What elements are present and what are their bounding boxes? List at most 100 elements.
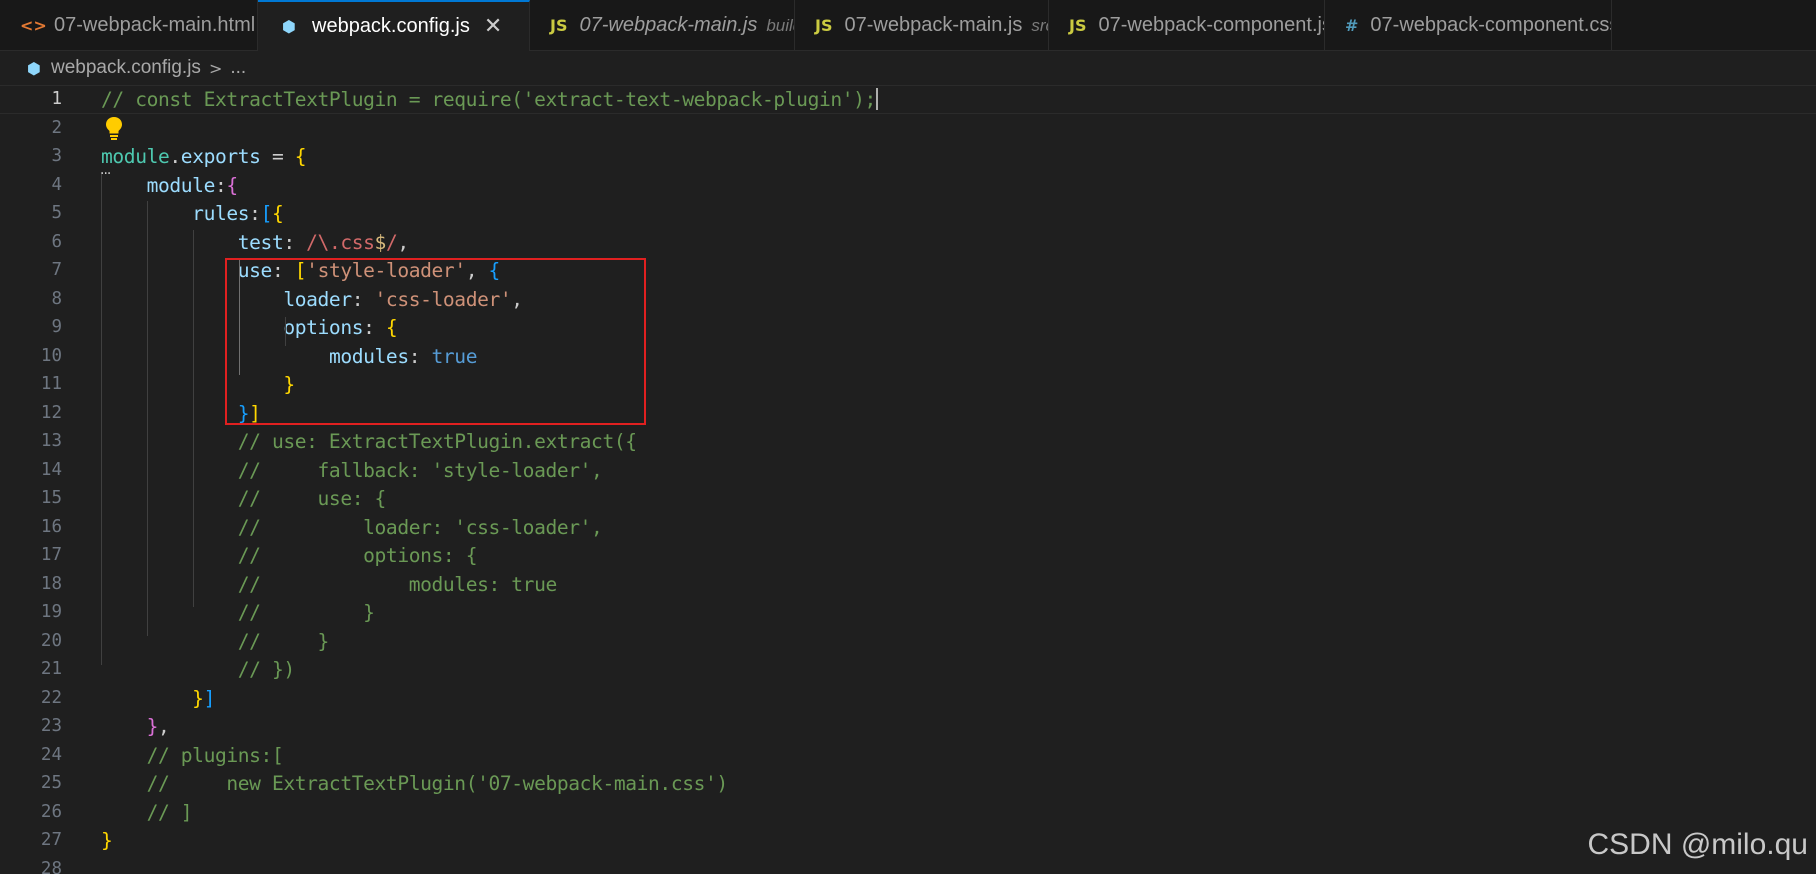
tab-1[interactable]: <> 07-webpack-main.html [0,0,258,51]
line-code: // modules: true [101,570,558,599]
tab-5[interactable]: JS 07-webpack-component.js [1049,0,1325,51]
line-code: // use: { [101,484,387,513]
line-code: // } [101,627,330,656]
line-number: 8 [51,288,62,309]
line-code: // } [101,598,375,627]
code-line[interactable]: 17 // options: { [0,541,1816,570]
code-line[interactable]: 22 }] [0,684,1816,713]
breadcrumb-file[interactable]: webpack.config.js [51,57,201,79]
line-code: // options: { [101,541,478,570]
chevron-right-icon: > [208,58,223,78]
code-token: // ] [146,800,193,824]
line-number: 17 [40,545,62,565]
line-number: 23 [40,716,62,736]
line-number: 4 [51,174,62,195]
line-number: 16 [40,516,62,537]
code-token: { [294,145,307,168]
line-number: 1 [51,89,62,109]
code-line[interactable]: 23 }, [0,712,1816,741]
code-editor[interactable]: 28 27} 26 // ] 25 // new ExtractTextPlugin(… [0,85,1816,874]
line-number: 15 [40,488,62,508]
code-token: { [271,202,284,225]
code-token: [ [260,202,273,225]
indent-guide [147,201,148,636]
webpack-file-icon: ⬢ [282,17,296,36]
code-token: } [192,686,204,710]
breadcrumb: ⬢ webpack.config.js > ... [0,51,1816,85]
line-number: 22 [40,687,62,708]
code-line[interactable]: 21 // }) [0,655,1816,684]
code-token: // } [237,601,375,624]
tab-description: build [766,15,794,35]
close-icon[interactable]: ✕ [484,14,502,39]
code-token: test [237,230,284,254]
code-token: // modules: true [237,572,558,596]
code-line[interactable]: 14 // fallback: 'style-loader', [0,456,1816,485]
code-token: , [158,715,170,738]
line-number: 3 [51,146,62,166]
code-line[interactable]: 26 // ] [0,798,1816,827]
js-file-icon: JS [815,16,833,35]
line-number: 24 [40,744,62,765]
line-code: }] [101,684,215,713]
code-line[interactable]: 19 // } [0,598,1816,627]
html-file-icon: <> [20,16,47,35]
tab-4[interactable]: JS 07-webpack-main.js src [795,0,1049,51]
code-line[interactable]: 5 rules:[{ [0,199,1816,228]
code-line[interactable]: 13 // use: ExtractTextPlugin.extract({ [0,427,1816,456]
line-code: } [101,826,113,855]
tab-label: 07-webpack-component.js [1098,14,1325,36]
code-line[interactable]: 6 test: /\.css$/, [0,228,1816,257]
code-line[interactable]: 25 // new ExtractTextPlugin('07-webpack-… [0,769,1816,798]
tab-label: 07-webpack-main.js [844,14,1023,36]
code-token: / [385,230,398,254]
code-line[interactable]: 3 module.exports = { [0,142,1816,171]
indent-guide [101,172,102,665]
code-line[interactable]: 16 // loader: 'css-loader', [0,513,1816,542]
code-line[interactable]: 27} [0,826,1816,855]
code-line[interactable]: 18 // modules: true [0,570,1816,599]
line-number: 25 [40,773,62,793]
line-number: 21 [40,659,62,679]
code-token: rules [192,202,250,225]
tab-label: 07-webpack-component.css [1370,14,1612,36]
tab-6[interactable]: #07-webpack-component.css [1325,0,1612,51]
indent-guide [193,230,194,607]
code-token: // use: ExtractTextPlugin.extract({ [237,430,637,453]
line-number: 6 [51,231,62,252]
code-token: module [101,145,170,168]
tab-2[interactable]: ⬢ webpack.config.js ✕ [258,0,530,51]
code-line[interactable]: 4 module:{ [0,171,1816,200]
line-number: 18 [40,573,62,594]
code-token: // new ExtractTextPlugin('07-webpack-mai… [146,772,729,795]
code-line[interactable]: 15 // use: { [0,484,1816,513]
code-line[interactable]: 20 // } [0,627,1816,656]
code-token: $ [374,230,387,254]
line-code: // plugins:[ [101,741,284,770]
code-token: // use: { [237,487,387,510]
code-line[interactable]: 2 [0,114,1816,143]
code-line[interactable]: 24 // plugins:[ [0,741,1816,770]
line-number: 26 [40,801,62,822]
lightbulb-icon[interactable] [104,115,124,141]
code-line[interactable]: 1 // const ExtractTextPlugin = require('e… [0,85,1816,114]
folding-indicator[interactable]: ... [100,162,111,178]
line-number: 11 [40,374,62,394]
code-token: exports [180,145,261,168]
code-token: // options: { [237,544,478,567]
breadcrumb-more[interactable]: ... [230,57,246,79]
tab-3[interactable]: JS 07-webpack-main.js build [530,0,795,51]
line-number: 9 [51,317,62,337]
code-line[interactable]: 28 [0,855,1816,874]
line-number: 14 [40,459,62,480]
code-token: . [169,145,181,168]
code-token: { [226,173,238,197]
